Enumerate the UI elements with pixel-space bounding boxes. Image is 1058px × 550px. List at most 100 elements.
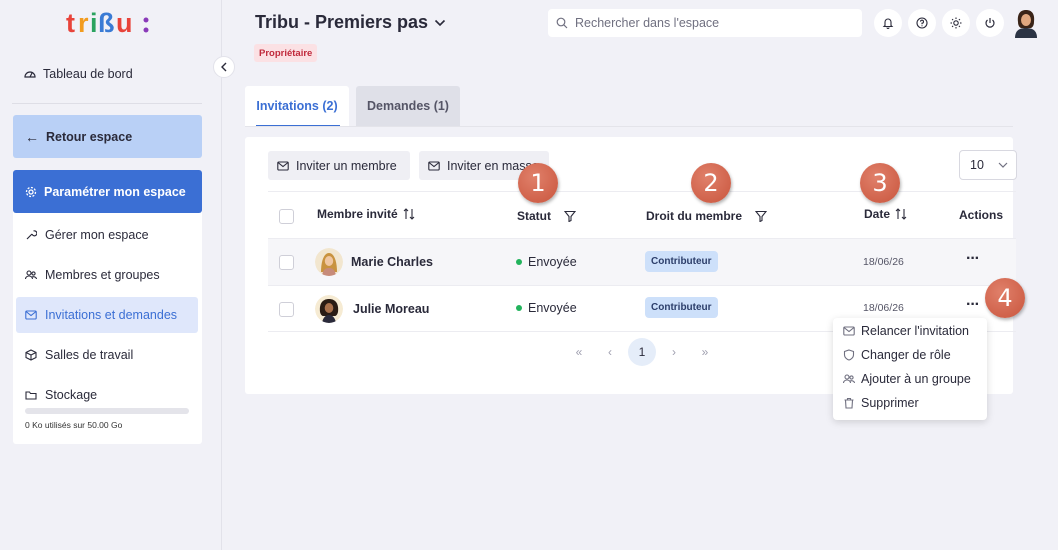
page-size-select[interactable]: 10: [959, 150, 1017, 180]
tab-invitations[interactable]: Invitations (2): [245, 86, 349, 127]
svg-text:i: i: [90, 8, 98, 38]
menu-item-resend-invitation[interactable]: Relancer l'invitation: [843, 324, 969, 338]
back-to-space-button[interactable]: ← Retour espace: [13, 115, 202, 158]
row-actions-button[interactable]: ···: [966, 250, 980, 268]
folder-icon: [25, 391, 37, 400]
storage-usage-text: 0 Ko utilisés sur 50.00 Go: [25, 420, 123, 430]
power-icon: [985, 18, 995, 28]
svg-text:u: u: [116, 8, 133, 38]
table-top-divider: [268, 191, 1016, 192]
svg-text:t: t: [66, 8, 75, 38]
search-bar[interactable]: [548, 9, 862, 37]
menu-item-delete[interactable]: Supprimer: [843, 396, 919, 410]
prev-page-button[interactable]: ‹: [598, 339, 622, 365]
bell-icon: [882, 18, 894, 29]
sidebar-item-label: Stockage: [45, 388, 98, 402]
column-header-date[interactable]: Date: [864, 207, 907, 221]
row-checkbox[interactable]: [279, 302, 294, 317]
svg-text:r: r: [78, 8, 89, 38]
back-button-label: Retour espace: [46, 129, 133, 144]
callout-marker-4: 4: [985, 278, 1025, 318]
column-header-label: Membre invité: [317, 207, 398, 221]
row-actions-button[interactable]: ···: [966, 296, 980, 314]
first-page-button[interactable]: «: [567, 339, 591, 365]
invite-date: 18/06/26: [863, 256, 904, 268]
page-button-current[interactable]: 1: [628, 338, 656, 366]
arrow-left-icon: ←: [25, 128, 39, 145]
chevron-down-icon: [435, 19, 446, 26]
svg-text:ß: ß: [98, 8, 115, 38]
tab-requests[interactable]: Demandes (1): [356, 86, 460, 126]
member-name: Julie Moreau: [353, 302, 430, 316]
row-actions-menu: Relancer l'invitation Changer de rôle Aj…: [833, 318, 987, 420]
sidebar-item-manage[interactable]: Gérer mon espace: [16, 217, 198, 253]
menu-item-label: Ajouter à un groupe: [861, 372, 971, 386]
column-header-role[interactable]: Droit du membre: [646, 209, 768, 223]
search-input[interactable]: [575, 16, 845, 30]
callout-marker-1: 1: [518, 163, 558, 203]
sidebar-item-members[interactable]: Membres et groupes: [16, 257, 198, 293]
column-header-label: Statut: [517, 209, 551, 223]
row-divider: [268, 285, 1016, 286]
shield-icon: [843, 349, 855, 361]
search-icon: [556, 17, 568, 29]
gear-icon: [25, 186, 37, 197]
chevron-down-icon: [998, 162, 1008, 168]
dashboard-icon: [24, 71, 36, 78]
help-icon: [916, 17, 928, 29]
menu-item-label: Relancer l'invitation: [861, 324, 969, 338]
column-header-status[interactable]: Statut: [517, 209, 576, 223]
callout-marker-2: 2: [691, 163, 731, 203]
theme-toggle-button[interactable]: [942, 9, 970, 37]
filter-icon[interactable]: [755, 210, 768, 222]
tab-label: Invitations (2): [256, 99, 338, 113]
help-button[interactable]: [908, 9, 936, 37]
sidebar-item-label: Salles de travail: [45, 348, 134, 362]
collapse-sidebar-button[interactable]: [213, 56, 235, 78]
column-header-member[interactable]: Membre invité: [317, 207, 415, 221]
member-avatar: [315, 295, 343, 323]
users-icon: [843, 374, 855, 384]
sidebar-item-invitations[interactable]: Invitations et demandes: [16, 297, 198, 333]
logout-button[interactable]: [976, 9, 1004, 37]
mail-icon: [843, 326, 855, 336]
invite-member-button[interactable]: Inviter un membre: [268, 151, 410, 180]
role-tag: Contributeur: [645, 297, 718, 318]
page-size-value: 10: [970, 158, 984, 172]
sidebar-item-label: Gérer mon espace: [45, 228, 149, 242]
storage-progress-bar: [25, 408, 189, 414]
invite-member-label: Inviter un membre: [296, 158, 397, 173]
filter-icon[interactable]: [564, 210, 576, 222]
next-page-button[interactable]: ›: [662, 339, 686, 365]
sort-icon[interactable]: [403, 208, 415, 220]
row-checkbox[interactable]: [279, 255, 294, 270]
sun-icon: [950, 17, 962, 29]
sort-icon[interactable]: [895, 208, 907, 220]
menu-item-label: Changer de rôle: [861, 348, 951, 362]
users-icon: [25, 270, 37, 280]
status-badge: Envoyée: [516, 255, 577, 269]
last-page-button[interactable]: »: [693, 339, 717, 365]
menu-item-label: Supprimer: [861, 396, 919, 410]
sidebar-dashboard-label: Tableau de bord: [43, 67, 133, 81]
status-label: Envoyée: [528, 301, 577, 315]
notifications-button[interactable]: [874, 9, 902, 37]
role-badge: Propriétaire: [254, 44, 318, 62]
user-avatar[interactable]: [1012, 8, 1040, 38]
mail-icon: [277, 160, 289, 171]
sidebar-item-rooms[interactable]: Salles de travail: [16, 337, 198, 373]
menu-item-change-role[interactable]: Changer de rôle: [843, 348, 951, 362]
mail-icon: [428, 160, 440, 171]
trash-icon: [844, 397, 854, 409]
member-name: Marie Charles: [351, 255, 433, 269]
select-all-checkbox[interactable]: [279, 209, 294, 224]
page-title: Tribu - Premiers pas: [255, 12, 429, 32]
invite-date: 18/06/26: [863, 302, 904, 314]
status-dot: [516, 259, 522, 265]
sidebar-dashboard-link[interactable]: Tableau de bord: [24, 67, 133, 81]
space-title-dropdown[interactable]: Tribu - Premiers pas: [255, 12, 446, 33]
settings-button[interactable]: Paramétrer mon espace: [13, 170, 202, 213]
menu-item-add-to-group[interactable]: Ajouter à un groupe: [843, 372, 971, 386]
column-header-label: Droit du membre: [646, 209, 743, 223]
tribu-logo[interactable]: t r i ß u: [66, 8, 156, 40]
